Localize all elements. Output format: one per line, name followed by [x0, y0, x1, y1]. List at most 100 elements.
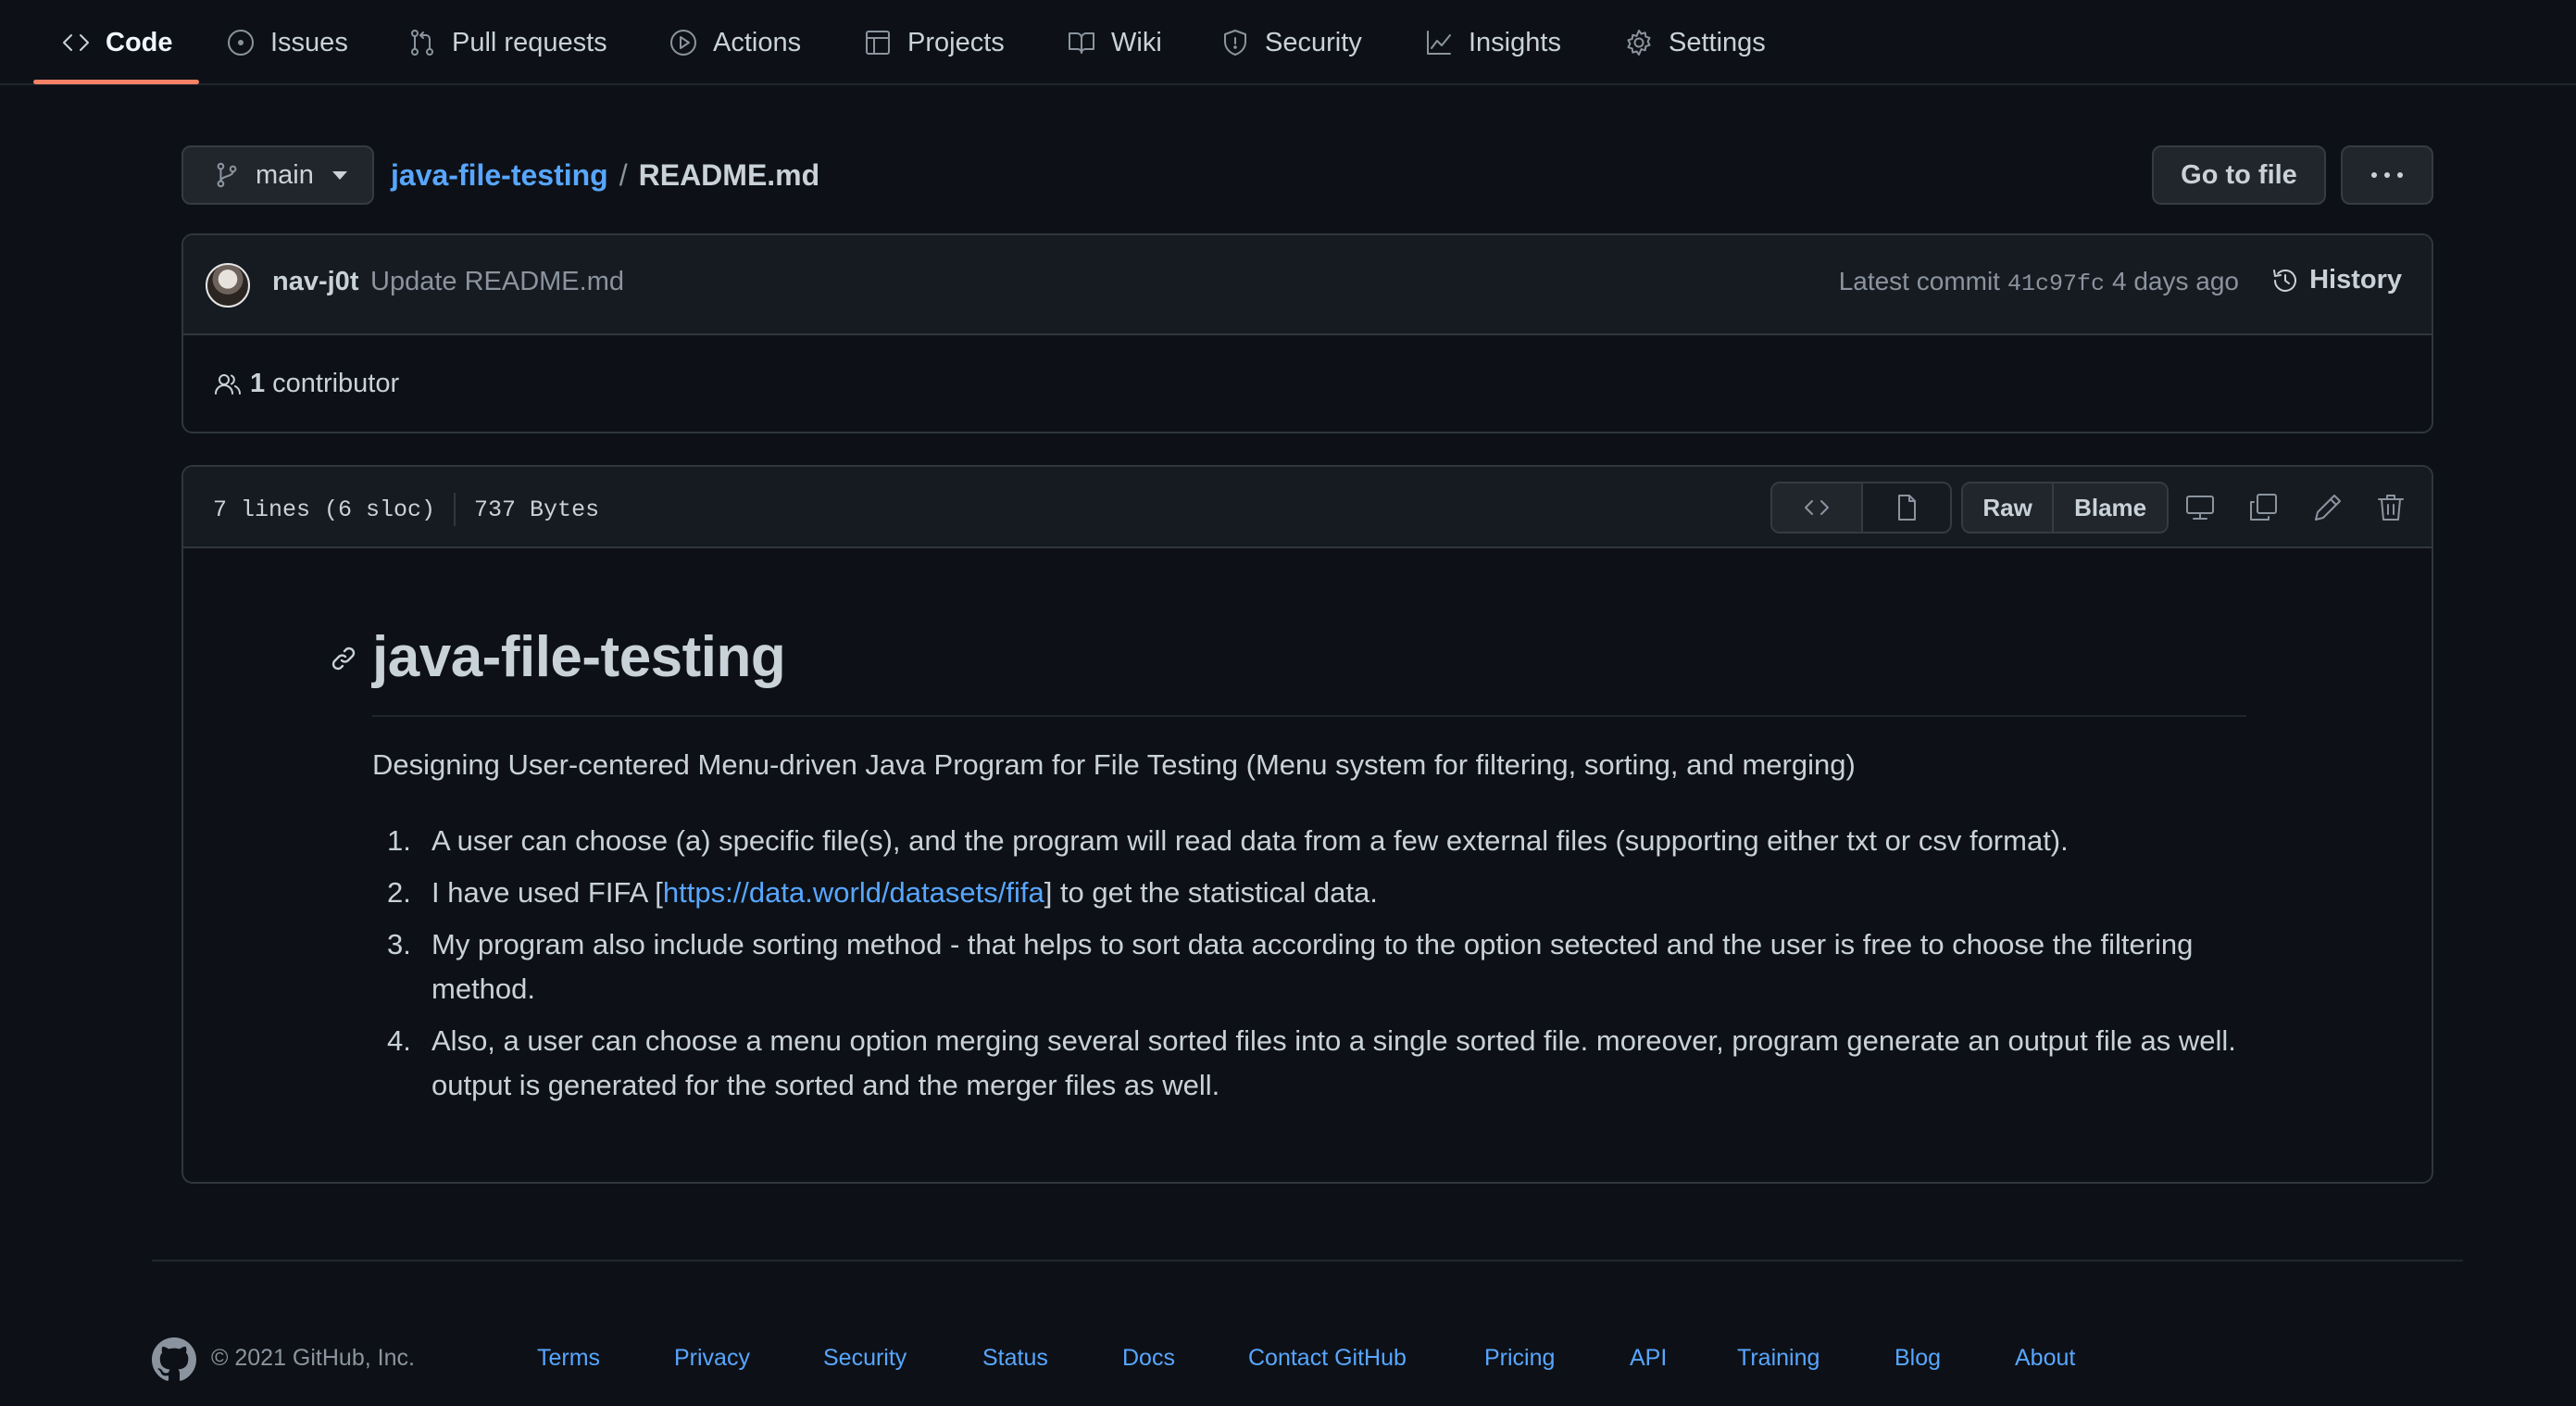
divider [454, 493, 456, 526]
breadcrumb: java-file-testing / README.md [391, 154, 819, 196]
history-icon [2273, 269, 2297, 292]
breadcrumb-file: README.md [638, 157, 820, 192]
desktop-icon [2186, 496, 2214, 520]
repo-nav: Code Issues Pull requests Actions Projec… [0, 0, 2576, 85]
link-icon [331, 647, 356, 671]
tab-label: Wiki [1111, 27, 1162, 57]
raw-blame-group: Raw Blame [1961, 482, 2169, 534]
readme-title: java-file-testing [372, 625, 786, 689]
edit-button[interactable] [2311, 491, 2345, 524]
breadcrumb-separator: / [619, 157, 628, 192]
tab-actions[interactable]: Actions [669, 0, 801, 85]
tab-insights[interactable]: Insights [1424, 0, 1561, 85]
list-item: 4. Also, a user can choose a menu option… [372, 1019, 2261, 1108]
tab-label: Pull requests [452, 27, 607, 57]
footer-link-security[interactable]: Security [823, 1345, 907, 1372]
file-header: 7 lines (6 sloc) 737 Bytes Raw Blame [183, 467, 2432, 548]
latest-commit-label: Latest commit [1838, 267, 2000, 295]
tab-label: Issues [270, 27, 348, 57]
tab-code[interactable]: Code [61, 0, 173, 85]
footer-link-about[interactable]: About [2015, 1345, 2075, 1372]
tab-issues[interactable]: Issues [226, 0, 348, 85]
list-item-text-post: ] to get the statistical data. [1044, 876, 1378, 909]
fifa-dataset-link[interactable]: https://data.world/datasets/fifa [663, 876, 1044, 909]
footer-link-training[interactable]: Training [1737, 1345, 1819, 1372]
list-item-text: Also, a user can choose a menu option me… [431, 1024, 2236, 1101]
footer-link-status[interactable]: Status [982, 1345, 1048, 1372]
branch-selector[interactable]: main [181, 145, 374, 205]
history-label: History [2309, 265, 2402, 295]
table-icon [866, 31, 890, 55]
tab-label: Settings [1669, 27, 1766, 57]
tab-label: Insights [1469, 27, 1561, 57]
footer-divider [152, 1260, 2463, 1262]
breadcrumb-repo-link[interactable]: java-file-testing [391, 158, 608, 193]
code-icon [1804, 500, 1829, 515]
tab-security[interactable]: Security [1220, 0, 1362, 85]
commit-message[interactable]: Update README.md [370, 267, 624, 297]
file-icon [1897, 495, 1916, 521]
list-item-text: A user can choose (a) specific file(s), … [431, 824, 2069, 857]
footer-link-contact[interactable]: Contact GitHub [1248, 1345, 1407, 1372]
list-item-text: My program also include sorting method -… [431, 928, 2194, 1005]
github-logo-icon[interactable] [152, 1337, 196, 1382]
commit-sha[interactable]: 41c97fc [2007, 270, 2105, 297]
tab-settings[interactable]: Settings [1624, 0, 1766, 85]
list-item: 3. My program also include sorting metho… [372, 923, 2261, 1011]
active-tab-indicator [33, 80, 199, 84]
contributor-label: contributor [272, 369, 400, 398]
book-icon [1069, 32, 1094, 54]
view-toggle [1770, 482, 1952, 534]
copy-icon [2250, 494, 2277, 521]
history-button[interactable]: History [2270, 265, 2402, 295]
contributors-link[interactable]: 1 contributor [213, 369, 399, 399]
trash-icon [2378, 495, 2404, 521]
chevron-down-icon [331, 170, 347, 180]
raw-button[interactable]: Raw [1963, 483, 2053, 532]
footer-link-api[interactable]: API [1630, 1345, 1667, 1372]
display-source-button[interactable] [1772, 483, 1861, 532]
footer-copyright: © 2021 GitHub, Inc. [211, 1345, 415, 1371]
footer-link-docs[interactable]: Docs [1122, 1345, 1175, 1372]
go-to-file-button[interactable]: Go to file [2152, 145, 2326, 205]
list-number: 4. [387, 1024, 411, 1057]
copy-button[interactable] [2246, 491, 2280, 524]
footer-link-blog[interactable]: Blog [1894, 1345, 1941, 1372]
commit-meta: Latest commit 41c97fc 4 days ago [1839, 267, 2239, 297]
file-info: 7 lines (6 sloc) 737 Bytes [213, 493, 599, 526]
kebab-horizontal-icon [2371, 172, 2403, 178]
delete-button[interactable] [2374, 491, 2407, 524]
readme-description: Designing User-centered Menu-driven Java… [372, 748, 1856, 781]
heading-anchor-link[interactable] [330, 645, 357, 672]
avatar[interactable] [206, 263, 250, 308]
list-item-text-pre: I have used FIFA [ [431, 876, 663, 909]
blame-button[interactable]: Blame [2052, 483, 2167, 532]
tab-wiki[interactable]: Wiki [1067, 0, 1162, 85]
issue-icon [228, 30, 254, 56]
display-rendered-button[interactable] [1860, 483, 1950, 532]
file-size: 737 Bytes [474, 496, 600, 523]
commit-author[interactable]: nav-j0t [272, 267, 358, 297]
branch-icon [217, 162, 237, 188]
tab-label: Actions [713, 27, 802, 57]
tab-label: Security [1265, 27, 1362, 57]
footer-link-privacy[interactable]: Privacy [674, 1345, 750, 1372]
list-number: 3. [387, 928, 411, 960]
tab-pull-requests[interactable]: Pull requests [407, 0, 607, 85]
title-divider [372, 715, 2246, 717]
footer-link-pricing[interactable]: Pricing [1484, 1345, 1555, 1372]
more-options-button[interactable] [2341, 145, 2433, 205]
pull-request-icon [411, 30, 433, 56]
pencil-icon [2315, 495, 2341, 521]
open-desktop-button[interactable] [2183, 491, 2217, 524]
commit-box: nav-j0t Update README.md Latest commit 4… [181, 233, 2433, 433]
tab-projects[interactable]: Projects [863, 0, 1005, 85]
commit-age: 4 days ago [2112, 267, 2239, 295]
list-number: 1. [387, 824, 411, 857]
list-item: 2. I have used FIFA [https://data.world/… [372, 871, 2261, 915]
footer-link-terms[interactable]: Terms [537, 1345, 600, 1372]
list-number: 2. [387, 876, 411, 909]
people-icon [215, 373, 241, 395]
shield-icon [1224, 30, 1246, 56]
file-box: 7 lines (6 sloc) 737 Bytes Raw Blame jav… [181, 465, 2433, 1184]
